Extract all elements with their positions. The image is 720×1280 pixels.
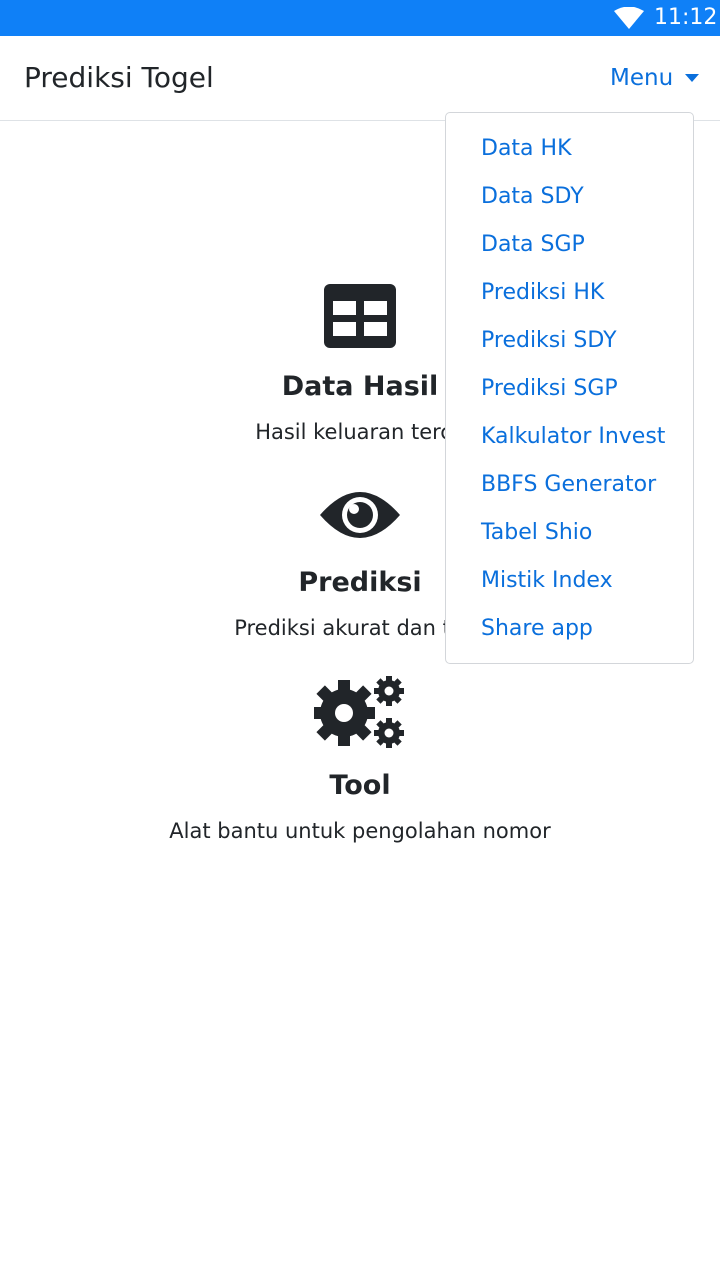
wifi-icon bbox=[614, 7, 644, 29]
feature-description: Alat bantu untuk pengolahan nomor bbox=[169, 819, 551, 843]
menu-item-data-sgp[interactable]: Data SGP bbox=[446, 225, 693, 273]
status-bar: 11:12 bbox=[0, 0, 720, 36]
menu-item-tabel-shio[interactable]: Tabel Shio bbox=[446, 513, 693, 561]
menu-item-bbfs-generator[interactable]: BBFS Generator bbox=[446, 465, 693, 513]
menu-item-share-app[interactable]: Share app bbox=[446, 609, 693, 657]
menu-item-prediksi-sdy[interactable]: Prediksi SDY bbox=[446, 321, 693, 369]
table-icon bbox=[324, 284, 396, 348]
menu-item-data-sdy[interactable]: Data SDY bbox=[446, 177, 693, 225]
menu-item-kalkulator-invest[interactable]: Kalkulator Invest bbox=[446, 417, 693, 465]
feature-title: Tool bbox=[329, 770, 391, 801]
menu-toggle-label: Menu bbox=[610, 65, 674, 91]
menu-item-prediksi-sgp[interactable]: Prediksi SGP bbox=[446, 369, 693, 417]
navbar: Prediksi Togel Menu bbox=[0, 36, 720, 121]
app-brand[interactable]: Prediksi Togel bbox=[24, 60, 214, 96]
feature-tool: Tool Alat bantu untuk pengolahan nomor bbox=[0, 676, 720, 846]
dropdown-menu: Data HK Data SDY Data SGP Prediksi HK Pr… bbox=[445, 112, 694, 664]
cogs-icon bbox=[314, 676, 404, 748]
menu-item-mistik-index[interactable]: Mistik Index bbox=[446, 561, 693, 609]
caret-down-icon bbox=[685, 74, 700, 82]
menu-toggle-button[interactable]: Menu bbox=[610, 62, 700, 94]
eye-icon bbox=[320, 492, 400, 538]
status-time: 11:12 bbox=[654, 5, 718, 30]
menu-item-data-hk[interactable]: Data HK bbox=[446, 129, 693, 177]
menu-item-prediksi-hk[interactable]: Prediksi HK bbox=[446, 273, 693, 321]
